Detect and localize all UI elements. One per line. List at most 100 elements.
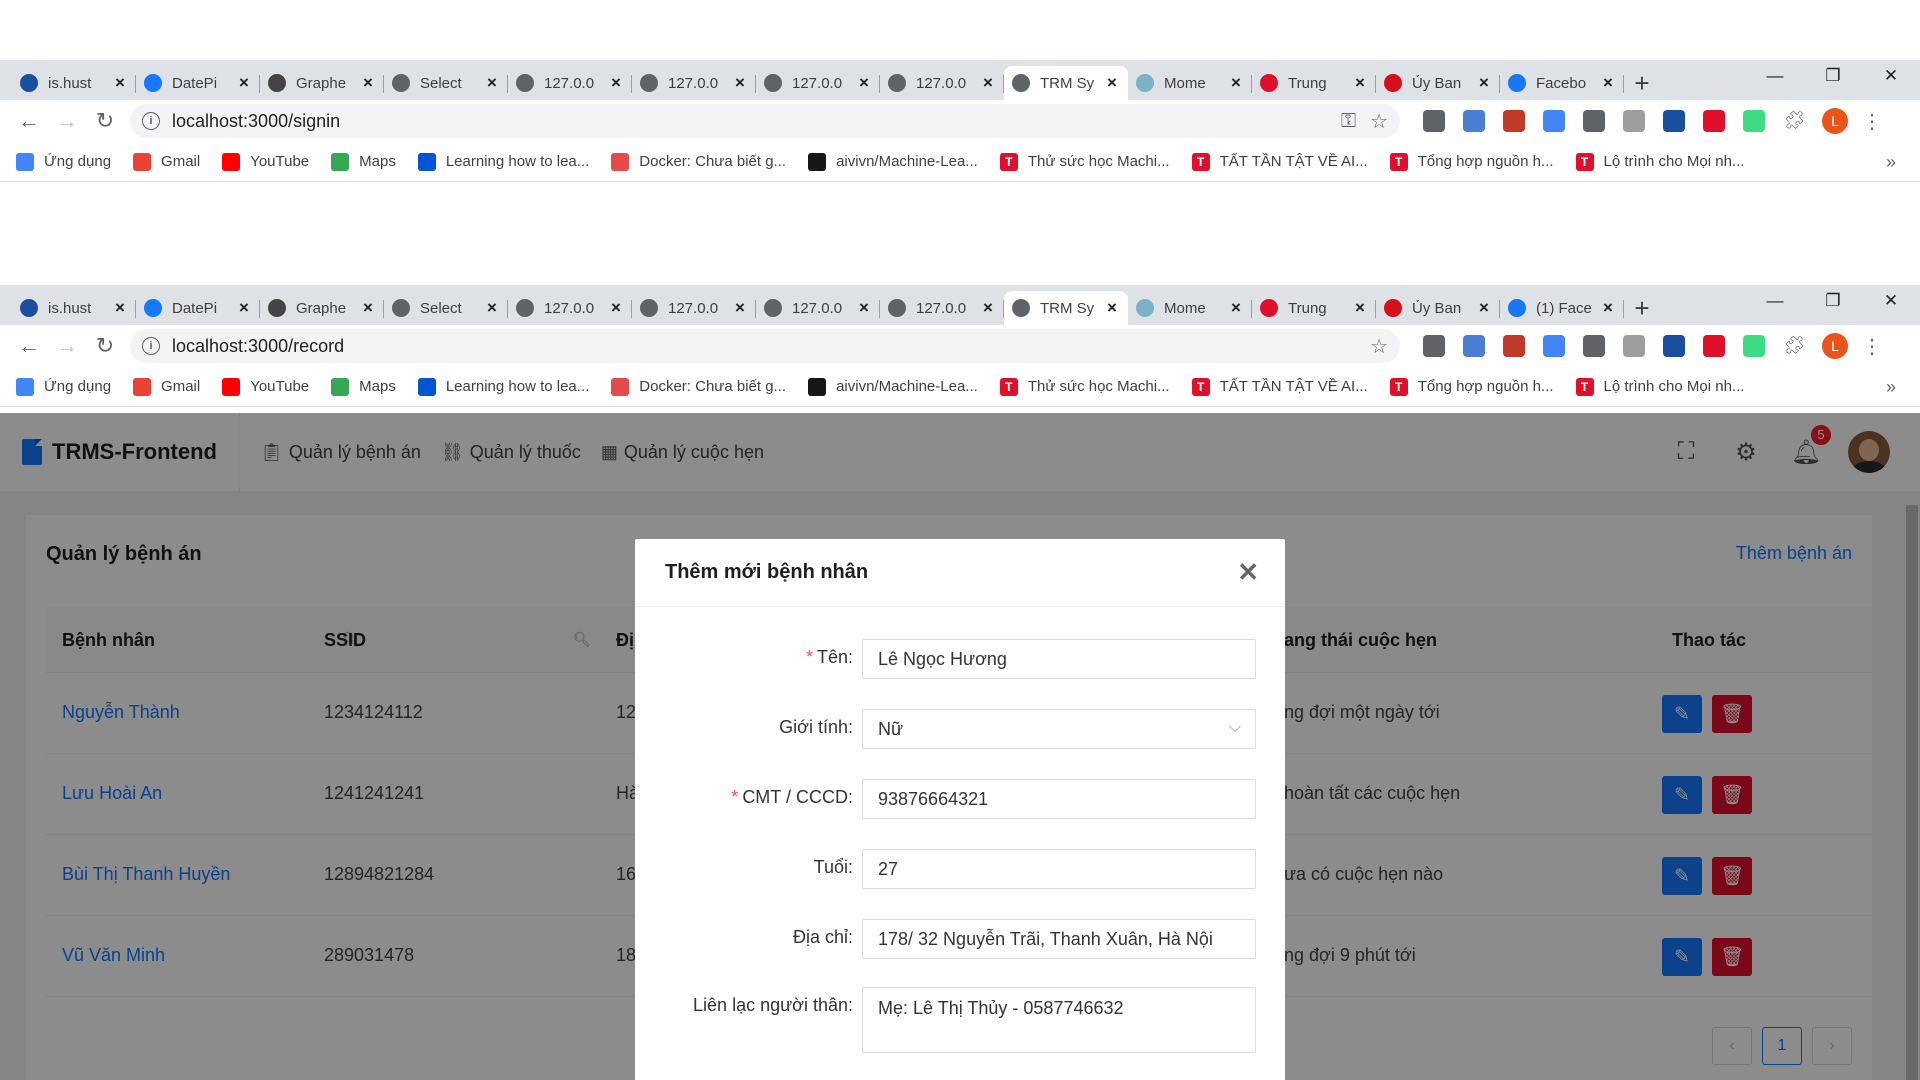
tab-close-icon[interactable]: × xyxy=(484,298,500,318)
tab-close-icon[interactable]: × xyxy=(1104,298,1120,318)
name-input[interactable]: Lê Ngọc Hương xyxy=(862,639,1256,679)
google-translate-icon[interactable] xyxy=(1543,335,1565,357)
extension-icon[interactable] xyxy=(1743,335,1765,357)
browser-tab[interactable]: Select × xyxy=(384,66,508,100)
browser-tab[interactable]: TRM Sy × xyxy=(1004,291,1128,325)
bookmark-item[interactable]: Ứng dụng xyxy=(16,377,111,396)
tab-close-icon[interactable]: × xyxy=(112,298,128,318)
extension-icon[interactable] xyxy=(1703,110,1725,132)
browser-tab[interactable]: Graphe × xyxy=(260,66,384,100)
tab-close-icon[interactable]: × xyxy=(608,298,624,318)
bookmark-item[interactable]: T Lộ trình cho Mọi nh... xyxy=(1575,377,1744,396)
browser-tab[interactable]: 127.0.0 × xyxy=(756,291,880,325)
extension-icon[interactable] xyxy=(1463,335,1485,357)
key-icon[interactable]: ⚿ xyxy=(1341,110,1356,133)
url-text[interactable]: localhost:3000/record xyxy=(172,336,1356,357)
extension-icon[interactable] xyxy=(1583,335,1605,357)
browser-tab[interactable]: Mome × xyxy=(1128,66,1252,100)
tab-close-icon[interactable]: × xyxy=(236,298,252,318)
close-window-icon[interactable]: ✕ xyxy=(1862,60,1920,92)
close-icon[interactable]: ✕ xyxy=(1237,557,1259,588)
browser-tab[interactable]: DatePi × xyxy=(136,66,260,100)
browser-tab[interactable]: Graphe × xyxy=(260,291,384,325)
site-info-icon[interactable]: i xyxy=(142,112,160,130)
browser-tab[interactable]: Ủy Ban × xyxy=(1376,66,1500,100)
bookmark-item[interactable]: Learning how to lea... xyxy=(417,152,589,171)
minimize-icon[interactable]: — xyxy=(1746,285,1804,317)
bookmark-item[interactable]: T Tổng hợp nguồn h... xyxy=(1389,377,1554,396)
bookmark-item[interactable]: T Lộ trình cho Mọi nh... xyxy=(1575,152,1744,171)
browser-menu-icon[interactable]: ⋮ xyxy=(1862,109,1882,134)
browser-tab[interactable]: 127.0.0 × xyxy=(632,291,756,325)
browser-tab[interactable]: 127.0.0 × xyxy=(508,66,632,100)
tab-close-icon[interactable]: × xyxy=(1476,298,1492,318)
bookmark-item[interactable]: T TẤT TẦN TẬT VỀ AI... xyxy=(1191,152,1368,171)
address-bar[interactable]: i localhost:3000/record ☆ xyxy=(130,329,1400,363)
tab-close-icon[interactable]: × xyxy=(1600,73,1616,93)
puzzle-icon[interactable]: 🧩︎ xyxy=(1783,335,1806,357)
bookmark-item[interactable]: T TẤT TẦN TẬT VỀ AI... xyxy=(1191,377,1368,396)
bookmark-item[interactable]: T Tổng hợp nguồn h... xyxy=(1389,152,1554,171)
bookmark-item[interactable]: YouTube xyxy=(222,152,309,171)
tab-close-icon[interactable]: × xyxy=(1228,298,1244,318)
browser-tab[interactable]: Trung × xyxy=(1252,291,1376,325)
bookmark-item[interactable]: Maps xyxy=(331,152,396,171)
browser-tab[interactable]: Mome × xyxy=(1128,291,1252,325)
browser-tab[interactable]: is.hust × xyxy=(12,66,136,100)
browser-tab[interactable]: Facebo × xyxy=(1500,66,1624,100)
tab-close-icon[interactable]: × xyxy=(236,73,252,93)
bookmark-item[interactable]: aivivn/Machine-Lea... xyxy=(808,377,978,396)
extension-icon[interactable] xyxy=(1463,110,1485,132)
idcard-input[interactable]: 93876664321 xyxy=(862,779,1256,819)
tab-close-icon[interactable]: × xyxy=(980,73,996,93)
tab-close-icon[interactable]: × xyxy=(608,73,624,93)
bookmark-item[interactable]: YouTube xyxy=(222,377,309,396)
extension-icon[interactable] xyxy=(1663,110,1685,132)
tab-close-icon[interactable]: × xyxy=(360,298,376,318)
vue-devtools-icon[interactable] xyxy=(1423,335,1445,357)
bookmark-item[interactable]: Docker: Chưa biết g... xyxy=(611,377,786,396)
reload-icon[interactable]: ↻ xyxy=(86,102,124,140)
browser-menu-icon[interactable]: ⋮ xyxy=(1862,334,1882,359)
extension-icon[interactable] xyxy=(1623,110,1645,132)
bookmark-item[interactable]: T Thử sức học Machi... xyxy=(999,152,1170,171)
bookmark-item[interactable]: Gmail xyxy=(133,377,200,396)
bookmark-item[interactable]: Ứng dụng xyxy=(16,152,111,171)
extension-icon[interactable] xyxy=(1663,335,1685,357)
browser-tab[interactable]: Ủy Ban × xyxy=(1376,291,1500,325)
tab-close-icon[interactable]: × xyxy=(1476,73,1492,93)
puzzle-icon[interactable]: 🧩︎ xyxy=(1783,110,1806,132)
relative-textarea[interactable]: Mẹ: Lê Thị Thủy - 0587746632 xyxy=(862,987,1256,1053)
browser-tab[interactable]: (1) Face × xyxy=(1500,291,1624,325)
extension-icon[interactable] xyxy=(1743,110,1765,132)
address-bar[interactable]: i localhost:3000/signin ⚿ ☆ xyxy=(130,104,1400,138)
bookmark-item[interactable]: Learning how to lea... xyxy=(417,377,589,396)
tab-close-icon[interactable]: × xyxy=(484,73,500,93)
extension-icon[interactable] xyxy=(1503,110,1525,132)
tab-close-icon[interactable]: × xyxy=(1104,73,1120,93)
browser-tab[interactable]: is.hust × xyxy=(12,291,136,325)
bookmark-item[interactable]: aivivn/Machine-Lea... xyxy=(808,152,978,171)
browser-tab[interactable]: 127.0.0 × xyxy=(880,291,1004,325)
restore-icon[interactable]: ❐ xyxy=(1804,285,1862,317)
new-tab-button[interactable]: + xyxy=(1624,66,1660,100)
reload-icon[interactable]: ↻ xyxy=(86,327,124,365)
tab-close-icon[interactable]: × xyxy=(1600,298,1616,318)
tab-close-icon[interactable]: × xyxy=(1352,73,1368,93)
tab-close-icon[interactable]: × xyxy=(980,298,996,318)
close-window-icon[interactable]: ✕ xyxy=(1862,285,1920,317)
back-icon[interactable]: ← xyxy=(10,327,48,365)
url-text[interactable]: localhost:3000/signin xyxy=(172,111,1327,132)
bookmark-star-icon[interactable]: ☆ xyxy=(1370,334,1388,359)
minimize-icon[interactable]: — xyxy=(1746,60,1804,92)
tab-close-icon[interactable]: × xyxy=(856,73,872,93)
profile-avatar[interactable]: L xyxy=(1822,108,1848,134)
gender-select[interactable]: Nữ ⌵ xyxy=(862,709,1256,749)
browser-tab[interactable]: 127.0.0 × xyxy=(508,291,632,325)
google-translate-icon[interactable] xyxy=(1543,110,1565,132)
extension-icon[interactable] xyxy=(1503,335,1525,357)
tab-close-icon[interactable]: × xyxy=(856,298,872,318)
restore-icon[interactable]: ❐ xyxy=(1804,60,1862,92)
tab-close-icon[interactable]: × xyxy=(112,73,128,93)
address-input[interactable]: 178/ 32 Nguyễn Trãi, Thanh Xuân, Hà Nội xyxy=(862,919,1256,959)
